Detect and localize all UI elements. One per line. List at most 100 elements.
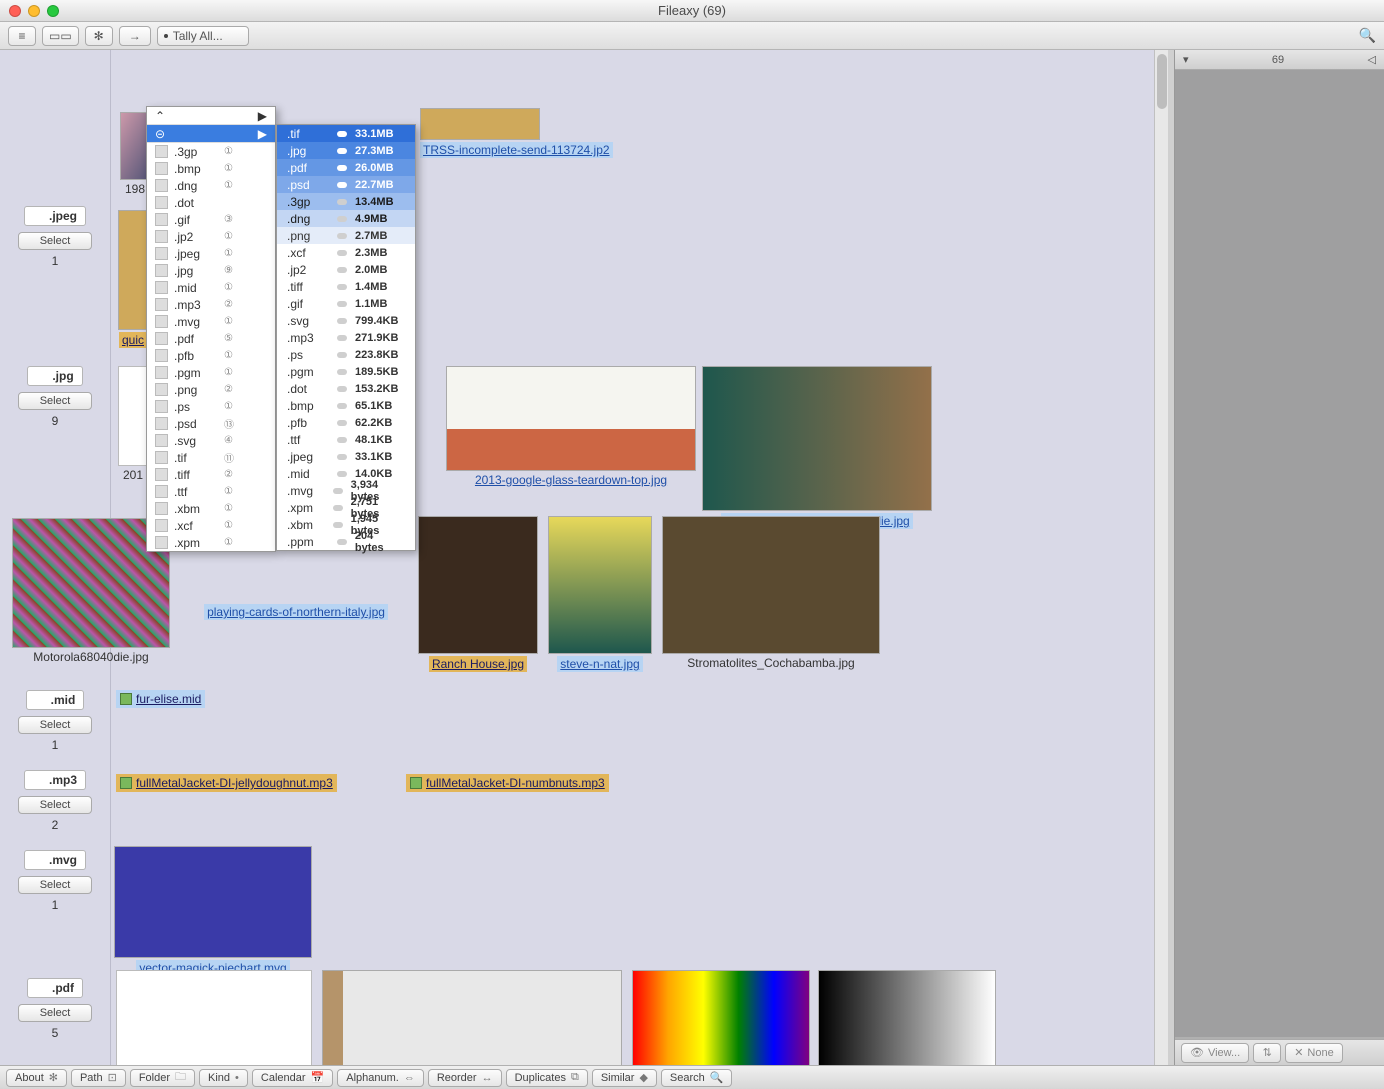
size-row-gif[interactable]: .gif1.1MB xyxy=(277,295,415,312)
select-button[interactable]: Select xyxy=(18,796,92,814)
ext-row-xcf[interactable]: .xcf① xyxy=(147,517,275,534)
file-thumb[interactable] xyxy=(116,970,312,1065)
ext-row-tiff[interactable]: .tiff② xyxy=(147,466,275,483)
ext-row-svg[interactable]: .svg④ xyxy=(147,432,275,449)
audio-file-chip[interactable]: fullMetalJacket-DI-numbnuts.mp3 xyxy=(406,774,609,792)
ext-row-pgm[interactable]: .pgm① xyxy=(147,364,275,381)
size-row-ttf[interactable]: .ttf48.1KB xyxy=(277,431,415,448)
file-thumb[interactable]: TRSS-incomplete-send-113724.jp2 xyxy=(420,108,540,158)
bottombar-search[interactable]: Search🔍 xyxy=(661,1069,733,1087)
file-caption[interactable]: quic xyxy=(119,332,147,348)
file-caption[interactable]: 198 xyxy=(125,182,145,196)
extension-list-dropdown[interactable]: ⌃ ▶ ⊝ ▶ .3gp①.bmp①.dng①.dot.gif③.jp2①.jp… xyxy=(146,106,276,552)
file-caption[interactable]: Ranch House.jpg xyxy=(429,656,527,672)
ext-row-mp3[interactable]: .mp3② xyxy=(147,296,275,313)
ext-row-dot[interactable]: .dot xyxy=(147,194,275,211)
file-thumb[interactable] xyxy=(322,970,622,1065)
ext-row-ttf[interactable]: .ttf① xyxy=(147,483,275,500)
size-row-png[interactable]: .png2.7MB xyxy=(277,227,415,244)
dropdown-header-selected[interactable]: ⊝ ▶ xyxy=(147,125,275,143)
view-button[interactable]: 👁 View... xyxy=(1181,1043,1249,1063)
select-button[interactable]: Select xyxy=(18,232,92,250)
file-thumb[interactable]: 201 xyxy=(118,366,148,484)
bottombar-calendar[interactable]: Calendar📅 xyxy=(252,1069,333,1087)
bottombar-similar[interactable]: Similar◆ xyxy=(592,1069,657,1087)
file-thumb[interactable]: vector-magick-piechart.mvg xyxy=(114,846,312,976)
size-row-ppm[interactable]: .ppm204 bytes xyxy=(277,533,415,550)
file-thumb[interactable] xyxy=(632,970,810,1065)
size-row-ps[interactable]: .ps223.8KB xyxy=(277,346,415,363)
dropdown-header-row[interactable]: ⌃ ▶ xyxy=(147,107,275,125)
file-caption[interactable]: Motorola68040die.jpg xyxy=(33,650,148,664)
size-row-dot[interactable]: .dot153.2KB xyxy=(277,380,415,397)
file-caption[interactable]: Stromatolites_Cochabamba.jpg xyxy=(687,656,854,670)
file-thumb[interactable]: 2013-google-glass-teardown-top.jpg xyxy=(446,366,696,489)
file-thumb[interactable]: playing-cards-of-northern-italy.jpg xyxy=(178,602,414,652)
ext-row-gif[interactable]: .gif③ xyxy=(147,211,275,228)
bottombar-about[interactable]: About✻ xyxy=(6,1069,67,1087)
size-row-jpg[interactable]: .jpg27.3MB xyxy=(277,142,415,159)
menu-button[interactable]: ≡ xyxy=(8,26,36,46)
select-button[interactable]: Select xyxy=(18,392,92,410)
size-row-xcf[interactable]: .xcf2.3MB xyxy=(277,244,415,261)
scrollbar-thumb[interactable] xyxy=(1157,54,1167,109)
file-thumb[interactable]: Ranch House.jpg xyxy=(418,516,538,672)
ext-row-psd[interactable]: .psd⑬ xyxy=(147,415,275,432)
bottombar-kind[interactable]: Kind• xyxy=(199,1069,248,1087)
file-caption[interactable]: TRSS-incomplete-send-113724.jp2 xyxy=(420,142,613,158)
ext-row-tif[interactable]: .tif⑪ xyxy=(147,449,275,466)
size-row-jpeg[interactable]: .jpeg33.1KB xyxy=(277,448,415,465)
file-pane[interactable]: .jpegSelect1.jpgSelect9.midSelect1.mp3Se… xyxy=(0,50,1174,1065)
bottombar-duplicates[interactable]: Duplicates⧉ xyxy=(506,1069,588,1087)
size-row-tiff[interactable]: .tiff1.4MB xyxy=(277,278,415,295)
ext-row-pfb[interactable]: .pfb① xyxy=(147,347,275,364)
size-row-tif[interactable]: .tif33.1MB xyxy=(277,125,415,142)
bottombar-folder[interactable]: Folder🗀 xyxy=(130,1069,195,1087)
size-row-dng[interactable]: .dng4.9MB xyxy=(277,210,415,227)
chevron-down-icon[interactable]: ▾ xyxy=(1183,53,1189,66)
scrollbar-vertical[interactable] xyxy=(1154,50,1168,1065)
file-caption[interactable]: playing-cards-of-northern-italy.jpg xyxy=(204,604,388,620)
tally-all-button[interactable]: Tally All... xyxy=(157,26,249,46)
file-caption[interactable]: 201 xyxy=(123,468,143,482)
ext-row-3gp[interactable]: .3gp① xyxy=(147,143,275,160)
size-row-psd[interactable]: .psd22.7MB xyxy=(277,176,415,193)
forward-button[interactable]: → xyxy=(119,26,151,46)
audio-file-chip[interactable]: fullMetalJacket-DI-jellydoughnut.mp3 xyxy=(116,774,337,792)
file-thumb[interactable]: steve-n-nat.jpg xyxy=(548,516,652,672)
settings-button[interactable]: ✻ xyxy=(85,26,113,46)
file-thumb[interactable]: Liquid-Rescale-Steve-n-Natalie.jpg xyxy=(702,366,932,529)
size-row-pgm[interactable]: .pgm189.5KB xyxy=(277,363,415,380)
ext-row-dng[interactable]: .dng① xyxy=(147,177,275,194)
file-thumb[interactable]: quic xyxy=(118,210,148,348)
ext-row-xbm[interactable]: .xbm① xyxy=(147,500,275,517)
select-button[interactable]: Select xyxy=(18,1004,92,1022)
file-caption[interactable]: steve-n-nat.jpg xyxy=(557,656,642,672)
audio-file-chip[interactable]: fur-elise.mid xyxy=(116,690,205,708)
bottombar-path[interactable]: Path⊡ xyxy=(71,1069,126,1087)
ext-row-jpeg[interactable]: .jpeg① xyxy=(147,245,275,262)
size-row-3gp[interactable]: .3gp13.4MB xyxy=(277,193,415,210)
bottombar-alphanum[interactable]: Alphanum.⇔ xyxy=(337,1069,424,1087)
size-row-mp3[interactable]: .mp3271.9KB xyxy=(277,329,415,346)
bottombar-reorder[interactable]: Reorder↔ xyxy=(428,1069,502,1087)
size-row-bmp[interactable]: .bmp65.1KB xyxy=(277,397,415,414)
file-thumb[interactable] xyxy=(818,970,996,1065)
ext-row-png[interactable]: .png② xyxy=(147,381,275,398)
ext-row-bmp[interactable]: .bmp① xyxy=(147,160,275,177)
search-icon[interactable]: 🔍 xyxy=(1359,27,1376,44)
extension-size-dropdown[interactable]: .tif33.1MB.jpg27.3MB.pdf26.0MB.psd22.7MB… xyxy=(276,124,416,551)
select-button[interactable]: Select xyxy=(18,716,92,734)
file-caption[interactable]: 2013-google-glass-teardown-top.jpg xyxy=(475,473,667,487)
ext-row-ps[interactable]: .ps① xyxy=(147,398,275,415)
ext-row-pdf[interactable]: .pdf⑤ xyxy=(147,330,275,347)
ext-row-mvg[interactable]: .mvg① xyxy=(147,313,275,330)
ext-row-xpm[interactable]: .xpm① xyxy=(147,534,275,551)
ext-row-jp2[interactable]: .jp2① xyxy=(147,228,275,245)
layout-button[interactable]: ▭▭ xyxy=(42,26,79,46)
back-icon[interactable]: ◁ xyxy=(1368,53,1376,66)
ext-row-mid[interactable]: .mid① xyxy=(147,279,275,296)
size-row-pfb[interactable]: .pfb62.2KB xyxy=(277,414,415,431)
size-row-pdf[interactable]: .pdf26.0MB xyxy=(277,159,415,176)
ext-row-jpg[interactable]: .jpg⑨ xyxy=(147,262,275,279)
